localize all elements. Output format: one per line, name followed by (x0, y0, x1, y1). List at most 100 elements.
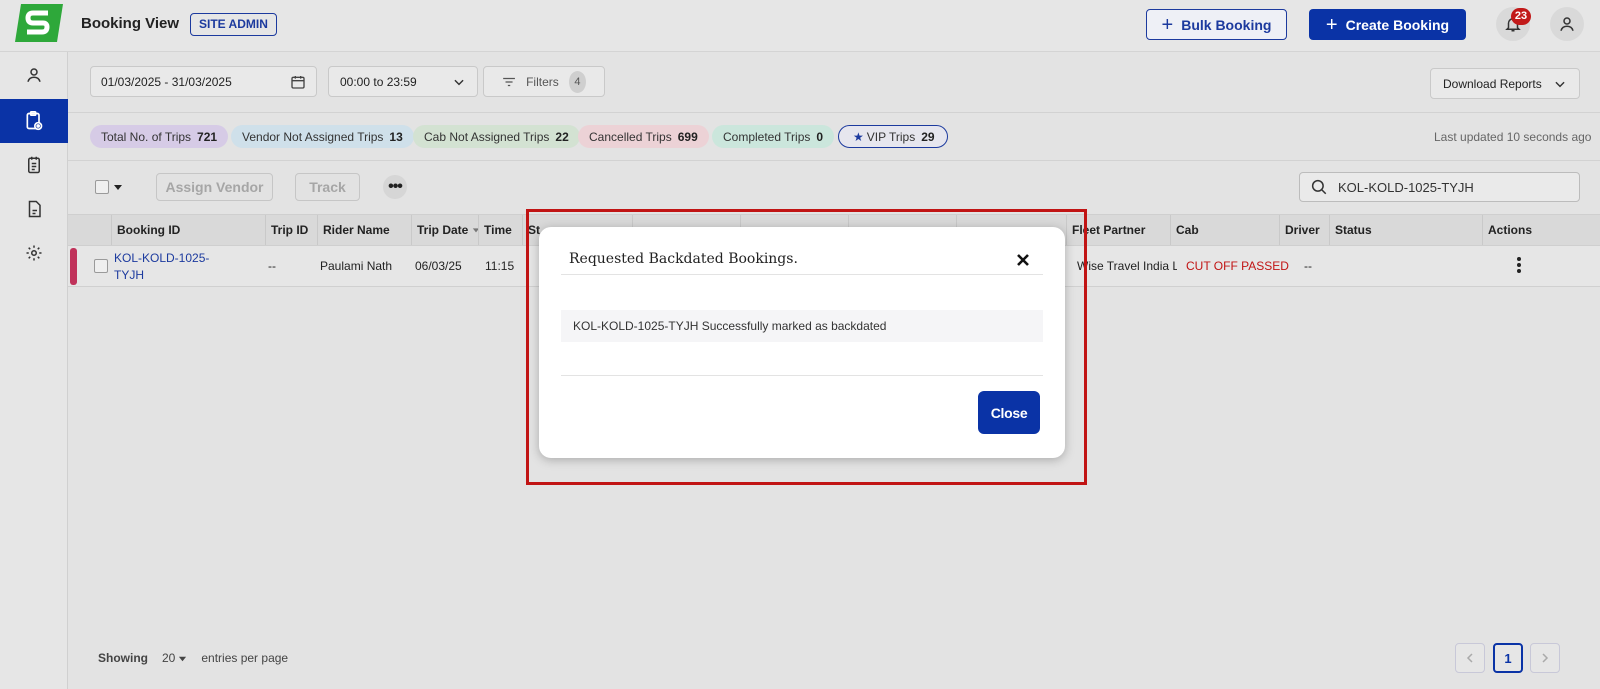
page-size-value: 20 (162, 651, 176, 665)
track-button[interactable]: Track (295, 173, 360, 201)
sidebar-item-settings[interactable] (0, 231, 68, 275)
stat-value: 13 (389, 129, 403, 144)
booking-id-link[interactable]: KOL-KOLD-1025- TYJH (114, 250, 209, 284)
download-reports-button[interactable]: Download Reports (1430, 68, 1580, 99)
trip-id-cell: -- (268, 259, 276, 273)
search-input[interactable] (1338, 179, 1568, 195)
stat-chip-cancelled-trips[interactable]: Cancelled Trips 699 (578, 125, 709, 148)
row-actions-button[interactable] (1516, 256, 1522, 277)
stat-chip-vip-trips[interactable]: ★ VIP Trips 29 (838, 125, 948, 148)
column-header-booking-id[interactable]: Booking ID (111, 215, 265, 245)
divider (68, 112, 1600, 113)
stat-label: Total No. of Trips (101, 129, 192, 144)
stat-chip-cab-not-assigned[interactable]: Cab Not Assigned Trips 22 (413, 125, 580, 148)
showing-label: Showing (98, 651, 148, 665)
app-header: Booking View SITE ADMIN + Bulk Booking +… (0, 0, 1600, 52)
sidebar-item-documents[interactable] (0, 187, 68, 231)
time-range-value: 00:00 to 23:59 (340, 74, 417, 89)
next-page-button[interactable] (1530, 643, 1560, 673)
stat-chip-completed-trips[interactable]: Completed Trips 0 (712, 125, 835, 148)
close-button[interactable]: Close (978, 391, 1040, 434)
plus-icon: + (1161, 13, 1174, 36)
search-icon (1311, 179, 1327, 195)
column-header-actions: Actions (1482, 215, 1600, 245)
stat-label: Vendor Not Assigned Trips (242, 129, 384, 144)
stat-value: 699 (677, 129, 698, 144)
select-all-dropdown[interactable] (95, 180, 123, 194)
plus-icon: + (1325, 13, 1338, 36)
sidebar-item-users[interactable] (0, 53, 68, 97)
last-updated-text: Last updated 10 seconds ago (1434, 130, 1592, 144)
date-range-value: 01/03/2025 - 31/03/2025 (101, 74, 232, 89)
more-actions-button[interactable]: ••• (383, 175, 407, 199)
column-header-label: Trip Date (417, 223, 469, 237)
booking-id-line: KOL-KOLD-1025- (114, 251, 210, 265)
stat-chip-total-trips[interactable]: Total No. of Trips 721 (90, 125, 229, 148)
stat-value: 0 (816, 129, 824, 144)
stat-chip-vendor-not-assigned[interactable]: Vendor Not Assigned Trips 13 (231, 125, 414, 148)
caret-down-icon (114, 185, 122, 190)
stat-value: 22 (555, 129, 569, 144)
caret-down-icon (179, 656, 187, 661)
create-booking-button[interactable]: + Create Booking (1309, 9, 1466, 40)
time-range-select[interactable]: 00:00 to 23:59 (328, 66, 478, 97)
sidebar (0, 52, 68, 689)
close-icon (1017, 254, 1029, 266)
column-header-trip-date[interactable]: Trip Date (411, 215, 478, 245)
page-title: Booking View (81, 15, 180, 32)
page-size-control: Showing 20 entries per page (98, 651, 288, 665)
column-header-time[interactable]: Time (478, 215, 522, 245)
row-checkbox[interactable] (94, 259, 108, 273)
time-cell: 11:15 (485, 259, 515, 273)
column-header-cab[interactable]: Cab (1170, 215, 1279, 245)
gear-icon (26, 245, 42, 261)
select-all-checkbox[interactable] (95, 180, 109, 194)
booking-view-icon (26, 111, 43, 131)
profile-button[interactable] (1550, 7, 1584, 41)
entries-label: entries per page (201, 651, 289, 665)
stat-value: 29 (921, 129, 935, 144)
booking-id-line: TYJH (114, 268, 144, 282)
filters-label: Filters (526, 74, 559, 89)
divider (561, 274, 1043, 275)
sidebar-item-notes[interactable] (0, 143, 68, 187)
date-range-picker[interactable]: 01/03/2025 - 31/03/2025 (90, 66, 317, 97)
download-reports-label: Download Reports (1443, 76, 1542, 91)
create-booking-label: Create Booking (1345, 16, 1450, 33)
filters-button[interactable]: Filters 4 (483, 66, 605, 97)
divider (561, 375, 1043, 376)
page-size-select[interactable]: 20 (162, 651, 187, 665)
search-field[interactable] (1299, 172, 1580, 202)
cab-status-cell: CUT OFF PASSED (1186, 259, 1289, 273)
chevron-down-icon (1555, 81, 1565, 87)
chevron-left-icon (1466, 653, 1473, 663)
bulk-booking-label: Bulk Booking (1181, 16, 1272, 33)
stat-label: VIP Trips (866, 129, 916, 144)
app-logo[interactable] (15, 4, 63, 42)
filter-icon (503, 77, 515, 86)
user-icon (1560, 17, 1574, 31)
chevron-right-icon (1542, 653, 1549, 663)
stat-label: Cab Not Assigned Trips (424, 129, 550, 144)
star-icon: ★ (853, 129, 864, 144)
dialog-close-icon-button[interactable] (1013, 250, 1033, 270)
page-number-button[interactable]: 1 (1493, 643, 1523, 673)
divider (68, 160, 1600, 161)
rider-name-cell: Paulami Nath (320, 259, 393, 273)
column-header-rider-name[interactable]: Rider Name (317, 215, 411, 245)
column-header-status[interactable]: Status (1329, 215, 1463, 245)
document-icon (28, 200, 41, 218)
kebab-menu-icon (1517, 257, 1521, 273)
dialog-title: Requested Backdated Bookings. (569, 251, 798, 267)
column-header-trip-id[interactable]: Trip ID (265, 215, 317, 245)
backdated-bookings-dialog: Requested Backdated Bookings. KOL-KOLD-1… (539, 227, 1065, 458)
sidebar-item-booking-view[interactable] (0, 99, 68, 143)
prev-page-button[interactable] (1455, 643, 1485, 673)
filters-count-badge: 4 (568, 70, 586, 93)
fleet-partner-cell: Wise Travel India Li... (1077, 259, 1177, 273)
driver-cell: -- (1304, 259, 1312, 273)
bulk-booking-button[interactable]: + Bulk Booking (1146, 9, 1287, 40)
column-header-driver[interactable]: Driver (1279, 215, 1329, 245)
assign-vendor-button[interactable]: Assign Vendor (156, 173, 273, 201)
notification-badge: 23 (1511, 8, 1531, 25)
